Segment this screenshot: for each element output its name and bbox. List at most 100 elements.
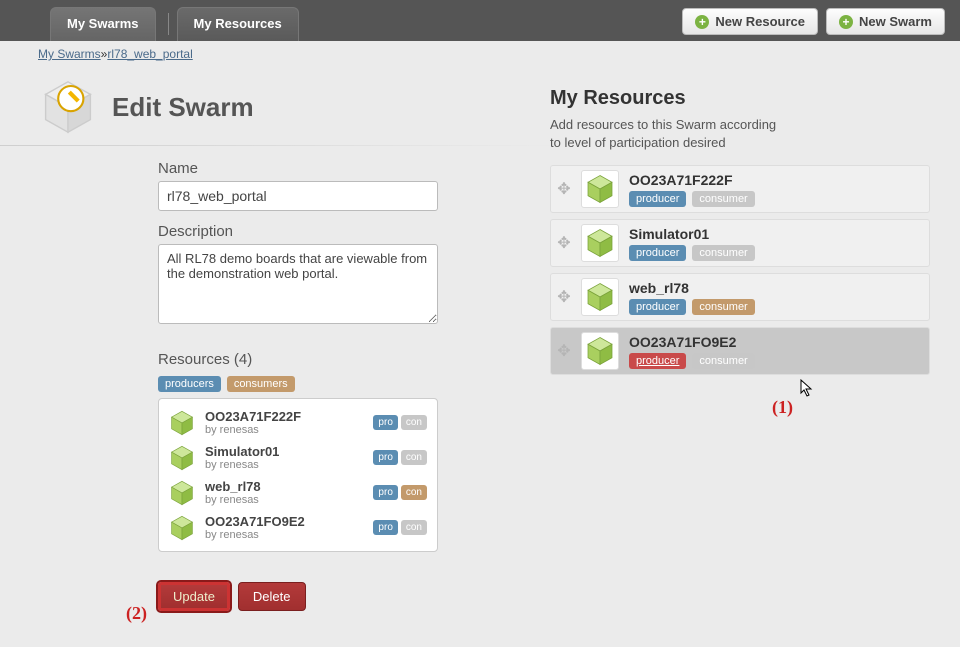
new-resource-button[interactable]: + New Resource xyxy=(682,8,818,35)
new-swarm-label: New Swarm xyxy=(859,14,932,29)
resources-heading: Resources (4) xyxy=(158,351,518,368)
consumer-badge[interactable]: consumer xyxy=(692,299,754,315)
resource-info: OO23A71FO9E2by renesas xyxy=(205,514,363,541)
cube-icon xyxy=(169,410,195,436)
pro-tag[interactable]: pro xyxy=(373,520,397,535)
producer-badge[interactable]: producer xyxy=(629,353,686,369)
top-bar: My Swarms My Resources + New Resource + … xyxy=(0,0,960,41)
pro-tag[interactable]: pro xyxy=(373,450,397,465)
resource-name: web_rl78 xyxy=(205,479,363,494)
nav-tabs: My Swarms My Resources xyxy=(50,0,303,41)
pro-tag[interactable]: pro xyxy=(373,485,397,500)
cube-icon xyxy=(581,278,619,316)
producers-badge[interactable]: producers xyxy=(158,376,221,392)
resource-card[interactable]: ✥ web_rl78 producer consumer xyxy=(550,273,930,321)
pro-tag[interactable]: pro xyxy=(373,415,397,430)
name-label: Name xyxy=(158,160,518,177)
annotation-1: (1) xyxy=(772,397,793,418)
con-tag[interactable]: con xyxy=(401,520,427,535)
resource-cards: ✥ OO23A71F222F producer consumer ✥ Simulator0… xyxy=(550,165,930,375)
resource-tags: procon xyxy=(373,485,427,500)
table-row: OO23A71F222Fby renesas procon xyxy=(159,405,437,440)
resource-by: by renesas xyxy=(205,529,363,541)
consumer-badge[interactable]: consumer xyxy=(692,245,754,261)
move-icon[interactable]: ✥ xyxy=(557,287,571,307)
tab-my-swarms[interactable]: My Swarms xyxy=(50,7,156,41)
resource-card[interactable]: ✥ OO23A71F222F producer consumer xyxy=(550,165,930,213)
resource-name: OO23A71F222F xyxy=(205,409,363,424)
resources-list: OO23A71F222Fby renesasproconSimulator01b… xyxy=(158,398,438,552)
resource-name: Simulator01 xyxy=(205,444,363,459)
description-textarea[interactable] xyxy=(158,244,438,324)
main: Edit Swarm Name Description Resources (4… xyxy=(0,67,960,611)
card-tags: producer consumer xyxy=(629,299,923,315)
page-title: Edit Swarm xyxy=(112,92,254,123)
form: Name Description Resources (4) producers… xyxy=(38,160,518,552)
producer-badge[interactable]: producer xyxy=(629,245,686,261)
resource-name: OO23A71FO9E2 xyxy=(205,514,363,529)
cube-icon xyxy=(169,445,195,471)
card-name: Simulator01 xyxy=(629,226,923,242)
resource-tags: procon xyxy=(373,520,427,535)
panel-title: My Resources xyxy=(550,87,930,110)
annotation-2: (2) xyxy=(126,603,147,624)
right-panel: My Resources Add resources to this Swarm… xyxy=(510,67,960,611)
producer-badge[interactable]: producer xyxy=(629,191,686,207)
cube-icon xyxy=(581,332,619,370)
table-row: web_rl78by renesas procon xyxy=(159,475,437,510)
table-row: OO23A71FO9E2by renesas procon xyxy=(159,510,437,545)
cube-icon xyxy=(581,224,619,262)
con-tag[interactable]: con xyxy=(401,415,427,430)
card-info: OO23A71F222F producer consumer xyxy=(629,172,923,207)
card-tags: producer consumer xyxy=(629,191,923,207)
resource-info: OO23A71F222Fby renesas xyxy=(205,409,363,436)
resource-tags: procon xyxy=(373,415,427,430)
consumer-badge[interactable]: consumer xyxy=(692,191,754,207)
cube-icon xyxy=(169,515,195,541)
resource-by: by renesas xyxy=(205,494,363,506)
cube-icon xyxy=(581,170,619,208)
consumers-badge[interactable]: consumers xyxy=(227,376,295,392)
resource-info: web_rl78by renesas xyxy=(205,479,363,506)
breadcrumb-root[interactable]: My Swarms xyxy=(38,47,101,61)
consumer-badge[interactable]: consumer xyxy=(692,353,754,369)
tab-separator xyxy=(168,13,169,35)
con-tag[interactable]: con xyxy=(401,450,427,465)
left-column: Edit Swarm Name Description Resources (4… xyxy=(0,67,510,611)
card-name: OO23A71FO9E2 xyxy=(629,334,923,350)
resource-card[interactable]: ✥ Simulator01 producer consumer xyxy=(550,219,930,267)
delete-button[interactable]: Delete xyxy=(238,582,306,611)
move-icon[interactable]: ✥ xyxy=(557,179,571,199)
resource-card[interactable]: ✥ OO23A71FO9E2 producer consumer xyxy=(550,327,930,375)
new-swarm-button[interactable]: + New Swarm xyxy=(826,8,945,35)
card-info: OO23A71FO9E2 producer consumer xyxy=(629,334,923,369)
tab-my-resources[interactable]: My Resources xyxy=(177,7,299,41)
name-input[interactable] xyxy=(158,181,438,211)
card-info: Simulator01 producer consumer xyxy=(629,226,923,261)
update-button[interactable]: Update xyxy=(158,582,230,611)
plus-icon: + xyxy=(695,15,709,29)
card-tags: producer consumer xyxy=(629,245,923,261)
breadcrumb-current[interactable]: rl78_web_portal xyxy=(107,47,192,61)
cube-icon xyxy=(169,480,195,506)
panel-subtitle: Add resources to this Swarm according to… xyxy=(550,116,780,151)
card-tags: producer consumer xyxy=(629,353,923,369)
con-tag[interactable]: con xyxy=(401,485,427,500)
breadcrumb: My Swarms»rl78_web_portal xyxy=(0,41,960,67)
card-name: web_rl78 xyxy=(629,280,923,296)
resource-by: by renesas xyxy=(205,424,363,436)
card-info: web_rl78 producer consumer xyxy=(629,280,923,315)
plus-icon: + xyxy=(839,15,853,29)
description-label: Description xyxy=(158,223,518,240)
move-icon[interactable]: ✥ xyxy=(557,341,571,361)
resource-tags: procon xyxy=(373,450,427,465)
producer-badge[interactable]: producer xyxy=(629,299,686,315)
title-bar: Edit Swarm xyxy=(38,77,510,137)
resource-by: by renesas xyxy=(205,459,363,471)
resource-info: Simulator01by renesas xyxy=(205,444,363,471)
header-separator xyxy=(0,145,560,146)
card-name: OO23A71F222F xyxy=(629,172,923,188)
move-icon[interactable]: ✥ xyxy=(557,233,571,253)
top-buttons: + New Resource + New Swarm xyxy=(682,8,945,41)
form-actions: Update Delete xyxy=(38,582,510,611)
